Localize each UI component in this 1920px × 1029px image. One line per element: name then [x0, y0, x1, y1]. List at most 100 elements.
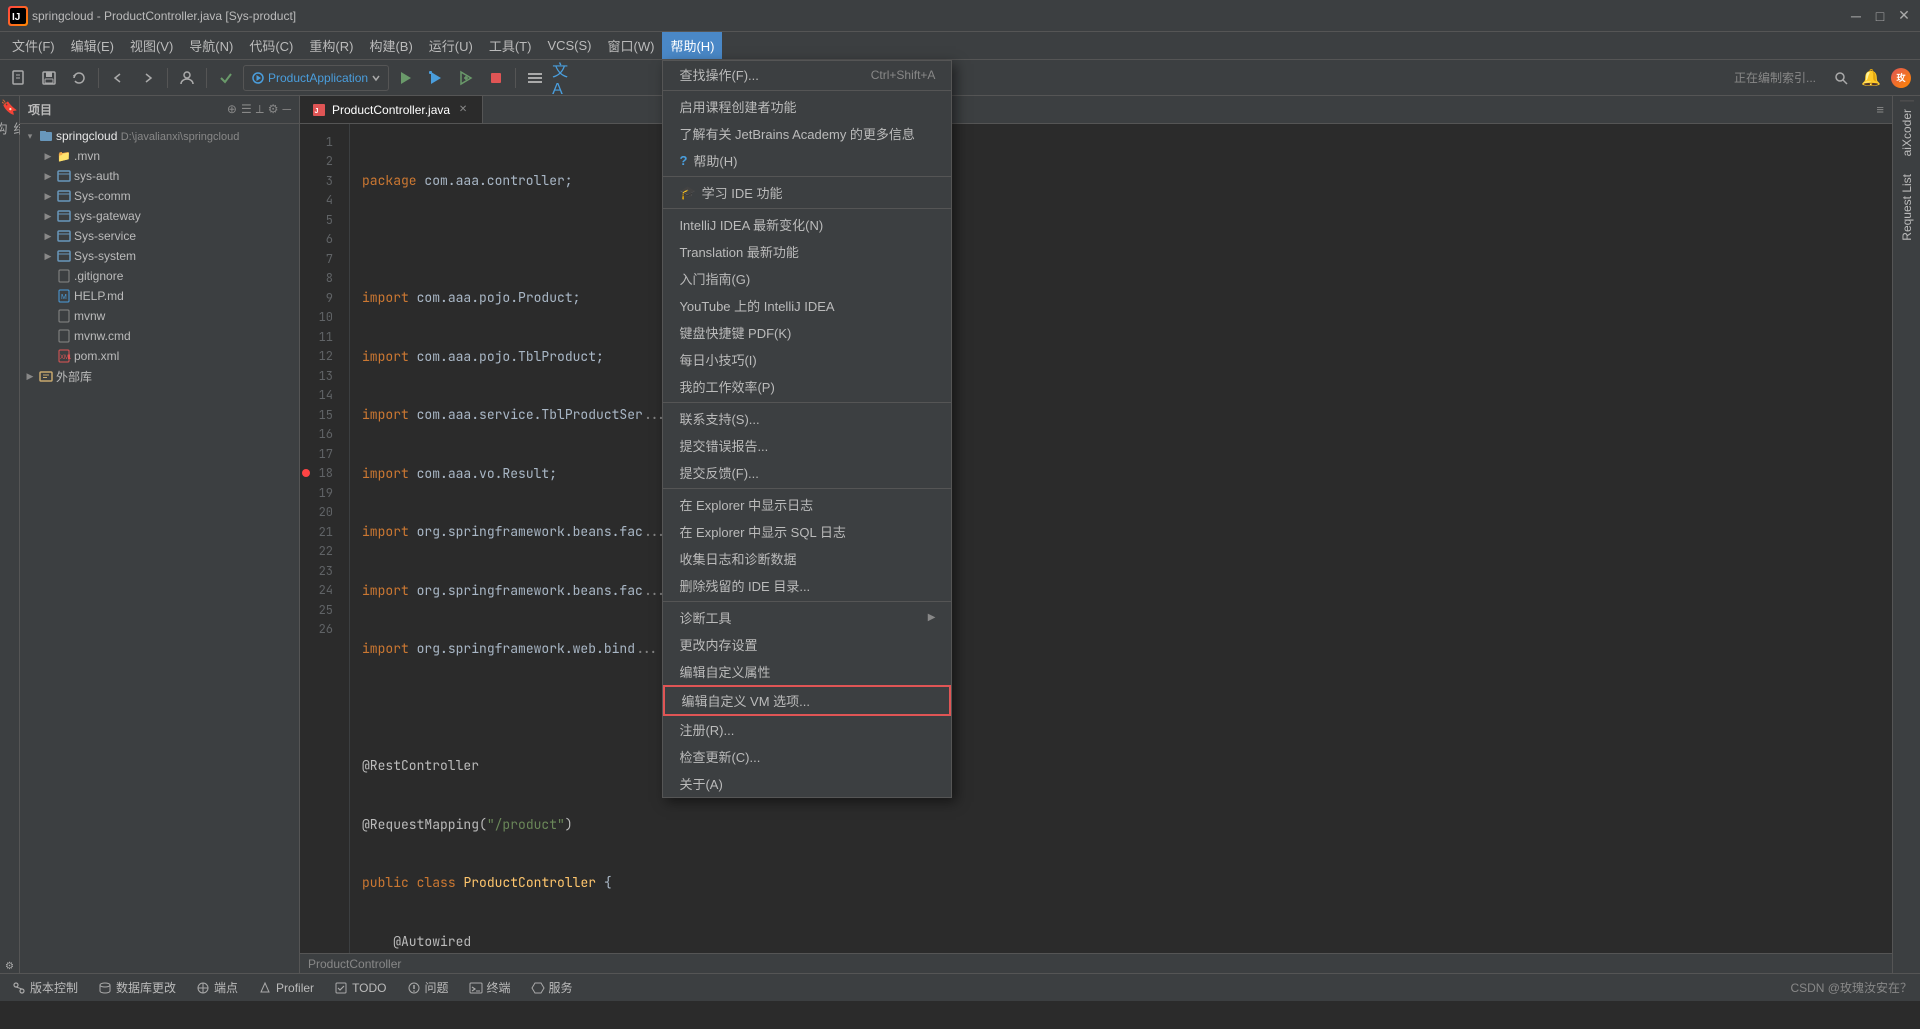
close-button[interactable]: ✕: [1896, 8, 1912, 24]
menu-navigate[interactable]: 导航(N): [181, 32, 241, 59]
window-title: springcloud - ProductController.java [Sy…: [32, 9, 296, 23]
menu-delete-leftover-dirs[interactable]: 删除残留的 IDE 目录...: [663, 572, 951, 599]
menu-diagnostic-tools[interactable]: 诊断工具 ▶: [663, 604, 951, 631]
tab-close-button[interactable]: ✕: [456, 103, 470, 117]
save-button[interactable]: [36, 65, 62, 91]
settings-panel-icon[interactable]: ⚙: [268, 102, 279, 117]
menu-about[interactable]: 关于(A): [663, 770, 951, 797]
menu-change-memory[interactable]: 更改内存设置: [663, 631, 951, 658]
avatar-button[interactable]: 玫: [1888, 65, 1914, 91]
translate-button[interactable]: 文A: [552, 65, 578, 91]
settings-icon[interactable]: ⚙: [3, 959, 17, 973]
user-button[interactable]: [174, 65, 200, 91]
separator-2: [663, 176, 951, 177]
menu-show-sql-log[interactable]: 在 Explorer 中显示 SQL 日志: [663, 518, 951, 545]
close-panel-icon[interactable]: ─: [282, 102, 291, 117]
search-everywhere-button[interactable]: [1828, 65, 1854, 91]
menu-translation-new[interactable]: Translation 最新功能: [663, 238, 951, 265]
menu-help-item[interactable]: ? 帮助(H): [663, 147, 951, 174]
tree-root[interactable]: ▾ springcloud D:\javalianxi\springcloud: [20, 126, 299, 146]
menu-getting-started[interactable]: 入门指南(G): [663, 265, 951, 292]
menu-jetbrains-academy[interactable]: 了解有关 JetBrains Academy 的更多信息: [663, 120, 951, 147]
run-button[interactable]: [393, 65, 419, 91]
services-status[interactable]: 服务: [527, 979, 577, 996]
sync-button[interactable]: [66, 65, 92, 91]
tree-item-sys-auth[interactable]: ▶ sys-auth: [20, 166, 299, 186]
tab-more-button[interactable]: ≡: [1868, 96, 1892, 123]
todo-status[interactable]: TODO: [330, 981, 390, 995]
menu-keymap-pdf[interactable]: 键盘快捷键 PDF(K): [663, 319, 951, 346]
git-checkmark-button[interactable]: [213, 65, 239, 91]
debug-button[interactable]: [423, 65, 449, 91]
forward-button[interactable]: [135, 65, 161, 91]
scope-icon[interactable]: ☰: [241, 102, 252, 117]
tree-item-sys-service[interactable]: ▶ Sys-service: [20, 226, 299, 246]
menu-show-log[interactable]: 在 Explorer 中显示日志: [663, 491, 951, 518]
menu-collect-logs[interactable]: 收集日志和诊断数据: [663, 545, 951, 572]
version-control-status[interactable]: 版本控制: [8, 979, 82, 996]
tab-product-controller[interactable]: J ProductController.java ✕: [300, 96, 483, 123]
menu-enable-course-creator[interactable]: 启用课程创建者功能: [663, 93, 951, 120]
request-list-panel[interactable]: Request List: [1900, 166, 1914, 249]
services-label: 服务: [549, 979, 573, 996]
tree-item-pom-xml[interactable]: XML pom.xml: [20, 346, 299, 366]
structure-icon[interactable]: 结构: [3, 122, 17, 136]
line-num-3: 3: [300, 171, 341, 191]
code-content[interactable]: package com.aaa.controller; import com.a…: [350, 124, 1892, 953]
menu-refactor[interactable]: 重构(R): [301, 32, 361, 59]
menu-submit-bug[interactable]: 提交错误报告...: [663, 432, 951, 459]
back-button[interactable]: [105, 65, 131, 91]
run-config-manager-button[interactable]: [522, 65, 548, 91]
menu-run[interactable]: 运行(U): [421, 32, 481, 59]
menu-register[interactable]: 注册(R)...: [663, 716, 951, 743]
menu-build[interactable]: 构建(B): [361, 32, 420, 59]
menu-code[interactable]: 代码(C): [241, 32, 301, 59]
tree-item-sys-comm[interactable]: ▶ Sys-comm: [20, 186, 299, 206]
menu-submit-feedback[interactable]: 提交反馈(F)...: [663, 459, 951, 486]
tree-label-mvnw: mvnw: [74, 309, 105, 323]
tree-item-gitignore[interactable]: .gitignore: [20, 266, 299, 286]
db-migration-status[interactable]: 数据库更改: [94, 979, 180, 996]
menu-contact-support[interactable]: 联系支持(S)...: [663, 405, 951, 432]
new-file-button[interactable]: [6, 65, 32, 91]
menu-check-updates[interactable]: 检查更新(C)...: [663, 743, 951, 770]
profiler-status[interactable]: Profiler: [254, 981, 318, 995]
locate-icon[interactable]: ⊕: [227, 102, 237, 117]
notifications-button[interactable]: 🔔: [1858, 65, 1884, 91]
menu-tip-of-day[interactable]: 每日小技巧(I): [663, 346, 951, 373]
run-with-coverage-button[interactable]: [453, 65, 479, 91]
menu-help[interactable]: 帮助(H) 查找操作(F)... Ctrl+Shift+A 启用课程创建者功能 …: [662, 32, 722, 59]
menu-window[interactable]: 窗口(W): [600, 32, 663, 59]
terminal-status[interactable]: 终端: [465, 979, 515, 996]
menu-edit[interactable]: 编辑(E): [63, 32, 122, 59]
tree-item-help-md[interactable]: M HELP.md: [20, 286, 299, 306]
project-panel: 项目 ⊕ ☰ ⟂ ⚙ ─ ▾ springcloud D:\javalianxi…: [20, 96, 300, 973]
minimize-button[interactable]: ─: [1848, 8, 1864, 24]
menu-youtube[interactable]: YouTube 上的 IntelliJ IDEA: [663, 292, 951, 319]
tree-item-mvnw[interactable]: mvnw: [20, 306, 299, 326]
tree-item-mvnw-cmd[interactable]: mvnw.cmd: [20, 326, 299, 346]
tree-item-sys-gateway[interactable]: ▶ sys-gateway: [20, 206, 299, 226]
stop-button[interactable]: [483, 65, 509, 91]
problems-status[interactable]: 问题: [403, 979, 453, 996]
menu-productivity[interactable]: 我的工作效率(P): [663, 373, 951, 400]
menu-vcs[interactable]: VCS(S): [539, 32, 599, 59]
menu-file[interactable]: 文件(F): [4, 32, 63, 59]
menu-learn-ide[interactable]: 🎓 学习 IDE 功能: [663, 179, 951, 206]
bookmark-icon[interactable]: 🔖: [3, 100, 17, 114]
aixcoder-panel[interactable]: aiXcoder: [1900, 100, 1914, 164]
endpoints-status[interactable]: 端点: [192, 979, 242, 996]
collapse-all-icon[interactable]: ⟂: [256, 102, 264, 117]
menu-tools[interactable]: 工具(T): [481, 32, 540, 59]
menu-find-action[interactable]: 查找操作(F)... Ctrl+Shift+A: [663, 61, 951, 88]
tree-item-external-libs[interactable]: ▶ 外部库: [20, 366, 299, 386]
separator-2: [167, 68, 168, 88]
maximize-button[interactable]: □: [1872, 8, 1888, 24]
run-configuration-dropdown[interactable]: ProductApplication: [243, 65, 389, 91]
tree-item-sys-system[interactable]: ▶ Sys-system: [20, 246, 299, 266]
tree-item-mvn[interactable]: ▶ 📁 .mvn: [20, 146, 299, 166]
menu-view[interactable]: 视图(V): [122, 32, 181, 59]
menu-whats-new[interactable]: IntelliJ IDEA 最新变化(N): [663, 211, 951, 238]
menu-edit-custom-vm[interactable]: 编辑自定义 VM 选项...: [663, 685, 951, 716]
menu-edit-custom-properties[interactable]: 编辑自定义属性: [663, 658, 951, 685]
